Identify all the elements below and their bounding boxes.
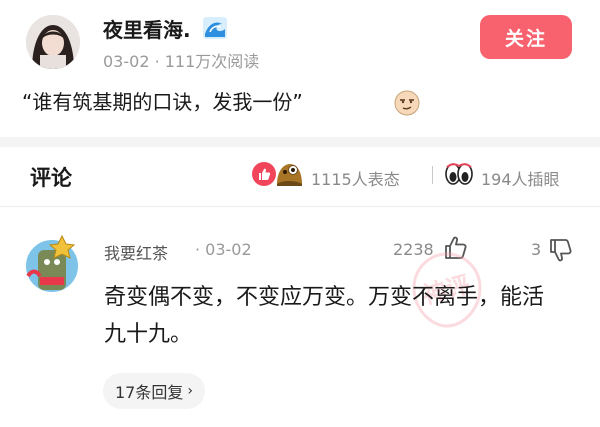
author-avatar[interactable] [26,15,80,69]
header-separator [432,166,433,184]
eyes-icon [444,161,474,187]
comments-title: 评论 [30,166,72,190]
replies-label: 17条回复 [115,383,184,402]
follow-button[interactable]: 关注 [480,15,572,59]
chevron-right-icon: › [187,383,193,399]
post-text: “谁有筑基期的口诀，发我一份” [22,90,303,114]
post-meta: 03-02 · 111万次阅读 [103,52,260,71]
smirk-face-icon [393,89,421,117]
commenter-name[interactable]: 我要红茶 [104,240,168,264]
dislike-count: 3 [531,240,542,259]
bookmark-eyes-count[interactable]: 194人插眼 [481,166,560,190]
comment-text: 奇变偶不变，不变应万变。万变不离手，能活九十九。 [104,285,545,347]
thumbs-down-icon[interactable] [547,236,575,264]
doge-reaction-icon [273,158,305,188]
wave-icon [202,16,228,40]
commenter-avatar[interactable] [20,230,84,296]
view-replies-button[interactable]: 17条回复 › [103,373,205,409]
reactions-count[interactable]: 1115人表态 [311,166,400,190]
comment-date: · 03-02 [195,240,252,259]
header-divider [0,206,600,207]
section-divider [0,137,600,147]
author-name[interactable]: 夜里看海. [103,14,191,43]
